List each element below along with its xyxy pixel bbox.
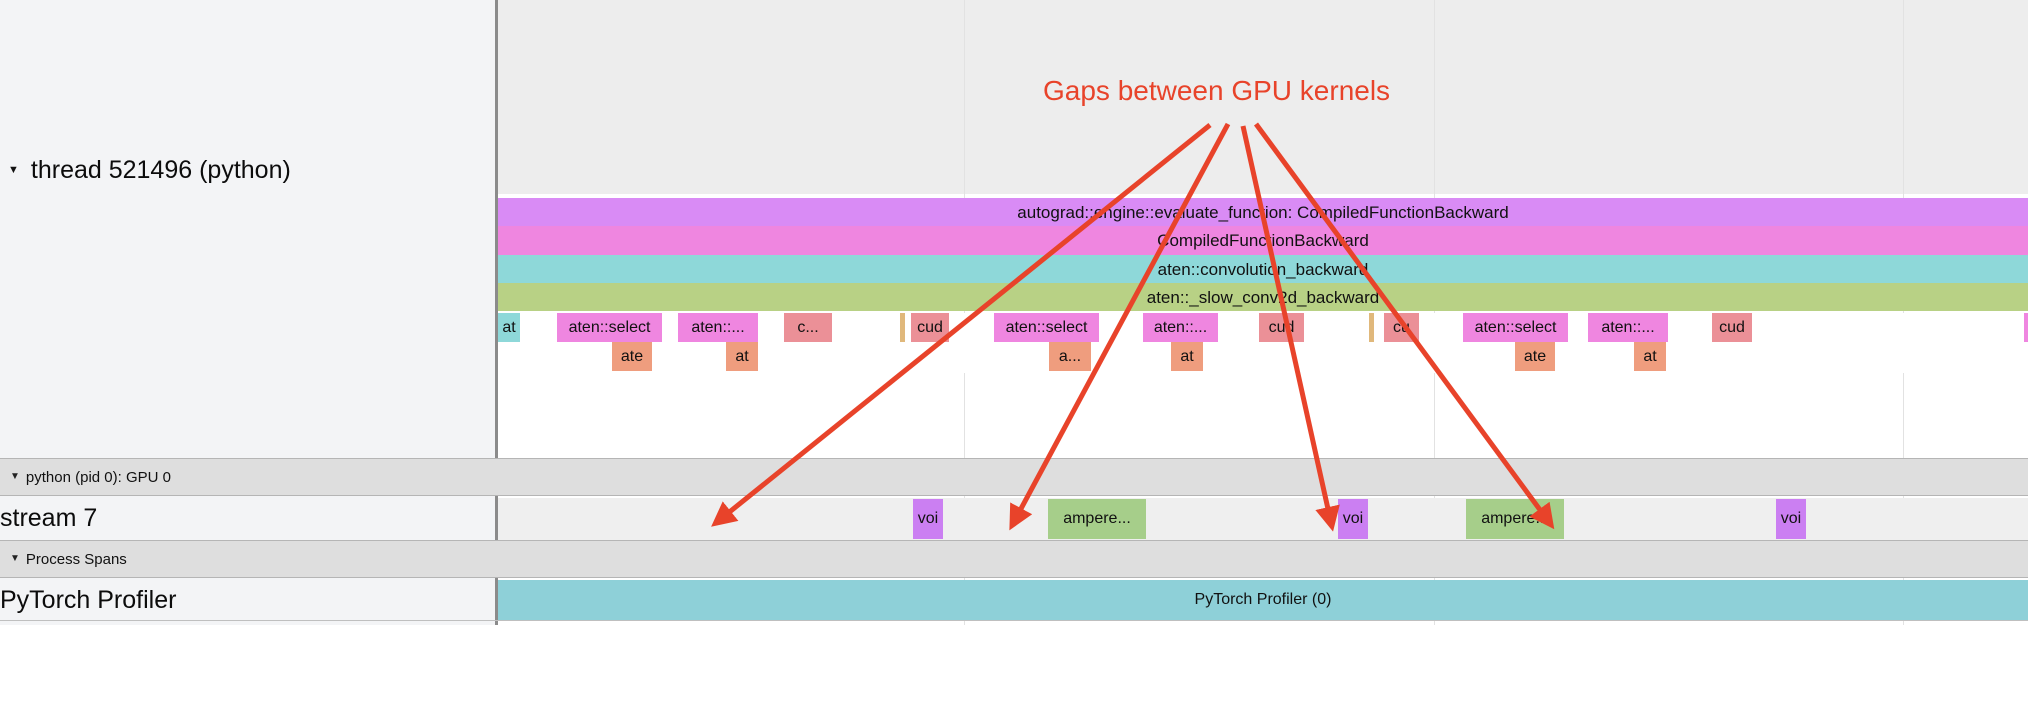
slice[interactable]: cud <box>1712 313 1752 342</box>
gpu-kernel-slice[interactable]: ampere... <box>1466 499 1564 539</box>
track-band[interactable]: aten::_slow_conv2d_backward <box>498 283 2028 311</box>
slice[interactable]: c... <box>784 313 832 342</box>
slice[interactable]: at <box>726 342 758 371</box>
gpu-kernel-slice[interactable]: ampere... <box>1048 499 1146 539</box>
slice[interactable] <box>1369 313 1374 342</box>
slice-label: aten::select <box>1005 318 1088 336</box>
timeline-empty-region <box>498 0 2028 194</box>
slice[interactable]: at <box>1634 342 1666 371</box>
slice[interactable]: aten::select <box>994 313 1099 342</box>
slice[interactable]: ate <box>612 342 652 371</box>
track-band-label: CompiledFunctionBackward <box>1157 231 1369 250</box>
slice[interactable]: aten::select <box>1463 313 1568 342</box>
slice-label: at <box>1643 347 1657 365</box>
process-span-slice[interactable]: PyTorch Profiler (0) <box>498 580 2028 620</box>
gpu-kernel-slice[interactable]: voi <box>913 499 943 539</box>
slice-label: cu <box>1393 318 1410 336</box>
timeline-canvas[interactable]: autograd::engine::evaluate_function: Com… <box>498 0 2028 625</box>
slice-label: voi <box>917 510 939 527</box>
track-bottom-divider <box>0 620 2028 621</box>
track-band[interactable]: autograd::engine::evaluate_function: Com… <box>498 198 2028 226</box>
process-span-label: PyTorch Profiler (0) <box>1194 591 1332 608</box>
slice[interactable]: aten::... <box>1143 313 1218 342</box>
slice-label: a... <box>1058 347 1082 365</box>
chevron-down-icon[interactable]: ▼ <box>8 164 19 176</box>
slice-label: cud <box>1719 318 1745 336</box>
sidebar-item-thread[interactable]: ▼ thread 521496 (python) <box>0 150 495 190</box>
gpu-group-header-label: python (pid 0): GPU 0 <box>25 468 171 486</box>
slice[interactable]: cud <box>1259 313 1304 342</box>
slice[interactable]: aten::select <box>557 313 662 342</box>
slice-label: ampere... <box>1481 510 1549 527</box>
slice[interactable] <box>900 313 905 342</box>
slice-label: voi <box>1780 510 1802 527</box>
slice-label: aten::... <box>691 318 745 336</box>
slice-label: at <box>502 318 516 336</box>
slice-label: at <box>1180 347 1194 365</box>
chevron-down-icon[interactable]: ▼ <box>10 554 20 564</box>
slice-label: cud <box>917 318 943 336</box>
slice[interactable]: cud <box>911 313 949 342</box>
slice[interactable]: aten::... <box>678 313 758 342</box>
slice[interactable] <box>2024 313 2028 342</box>
track-band[interactable]: aten::convolution_backward <box>498 255 2028 283</box>
trace-viewer-root: ▼ thread 521496 (python) stream 7 PyTorc… <box>0 0 2028 728</box>
slice[interactable]: cu <box>1384 313 1419 342</box>
slice-label: cud <box>1268 318 1295 336</box>
slice-label: ate <box>1523 347 1547 365</box>
slice-label: c... <box>797 318 819 336</box>
track-band[interactable]: CompiledFunctionBackward <box>498 226 2028 255</box>
gpu-group-header[interactable]: ▼ python (pid 0): GPU 0 <box>0 458 2028 496</box>
slice[interactable]: aten::... <box>1588 313 1668 342</box>
gpu-kernel-slice[interactable]: voi <box>1338 499 1368 539</box>
slice-label: voi <box>1342 510 1364 527</box>
slice-label: ate <box>620 347 644 365</box>
slice[interactable]: at <box>1171 342 1203 371</box>
track-band-label: autograd::engine::evaluate_function: Com… <box>1017 202 1509 222</box>
slice-label: aten::... <box>1601 318 1655 336</box>
slice-label: at <box>735 347 749 365</box>
slice-track[interactable]: at aten::select aten::... c... cud aten::sele… <box>498 313 2028 373</box>
gpu-stream-track[interactable]: voi ampere... voi ampere... voi <box>498 498 2028 540</box>
track-band-label: aten::convolution_backward <box>1157 259 1369 279</box>
slice-label: ampere... <box>1063 510 1131 527</box>
profiler-row-label: PyTorch Profiler <box>0 585 177 614</box>
process-spans-header[interactable]: ▼ Process Spans <box>0 540 2028 578</box>
process-span-track[interactable]: PyTorch Profiler (0) <box>498 580 2028 620</box>
chevron-down-icon[interactable]: ▼ <box>10 472 20 482</box>
gpu-kernel-slice[interactable]: voi <box>1776 499 1806 539</box>
track-band-label: aten::_slow_conv2d_backward <box>1146 287 1380 307</box>
slice[interactable]: at <box>498 313 520 342</box>
stream-row-label: stream 7 <box>0 503 98 532</box>
slice-label: aten::select <box>1474 318 1557 336</box>
sidebar-item-profiler[interactable]: PyTorch Profiler <box>0 580 495 620</box>
process-spans-header-label: Process Spans <box>25 550 127 568</box>
thread-row-label: thread 521496 (python) <box>30 155 291 184</box>
slice[interactable]: ate <box>1515 342 1555 371</box>
slice-label: aten::... <box>1153 318 1208 336</box>
slice-label: aten::select <box>568 318 651 336</box>
slice[interactable]: a... <box>1049 342 1091 371</box>
sidebar-item-stream[interactable]: stream 7 <box>0 498 495 538</box>
